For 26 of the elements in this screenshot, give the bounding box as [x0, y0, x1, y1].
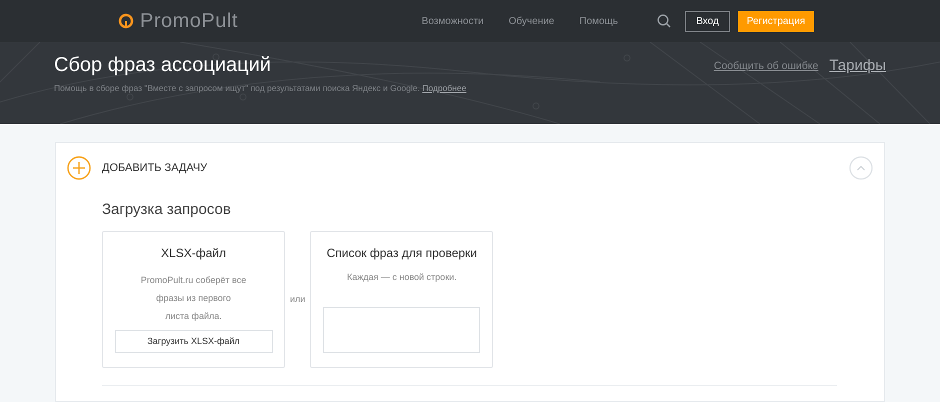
nav-link[interactable]: Возможности — [422, 14, 484, 28]
register-button[interactable]: Регистрация — [738, 10, 814, 32]
phrases-input[interactable] — [323, 306, 480, 352]
task-title: ДОБАВИТЬ ЗАДАЧУ — [102, 160, 208, 176]
panel-description: Каждая — с новой строки. — [346, 271, 457, 284]
pricing-link[interactable]: Тарифы — [829, 55, 886, 78]
upload-button[interactable]: Загрузить XLSX-файл — [114, 330, 272, 353]
more-link[interactable]: Подробнее — [422, 83, 466, 93]
or-separator: или — [290, 292, 306, 306]
logo-text: PromoPult — [140, 11, 238, 31]
panel-description: фразы из первого — [156, 292, 231, 305]
add-icon[interactable] — [67, 156, 91, 180]
nav-link[interactable]: Помощь — [579, 14, 618, 28]
page-title: Сбор фраз ассоциаций — [54, 53, 272, 78]
collapse-icon[interactable] — [849, 156, 873, 180]
panel-title: Список фраз для проверки — [326, 245, 478, 262]
panel-title: XLSX-файл — [161, 245, 226, 262]
report-link[interactable]: Сообщить об ошибке — [714, 59, 818, 75]
panel-description: PromoPult.ru соберёт все — [140, 274, 246, 287]
logo-icon — [118, 13, 134, 29]
login-button[interactable]: Вход — [685, 10, 730, 32]
section-title: Загрузка запросов — [102, 201, 232, 219]
page-subtitle: Помощь в сборе фраз "Вместе с запросом ищут" под результатами поиска Яндекс и Google. Подробнее — [54, 82, 466, 95]
panel-description: листа файла. — [165, 310, 222, 323]
nav-link[interactable]: Обучение — [508, 14, 554, 28]
search-icon[interactable] — [657, 14, 671, 28]
